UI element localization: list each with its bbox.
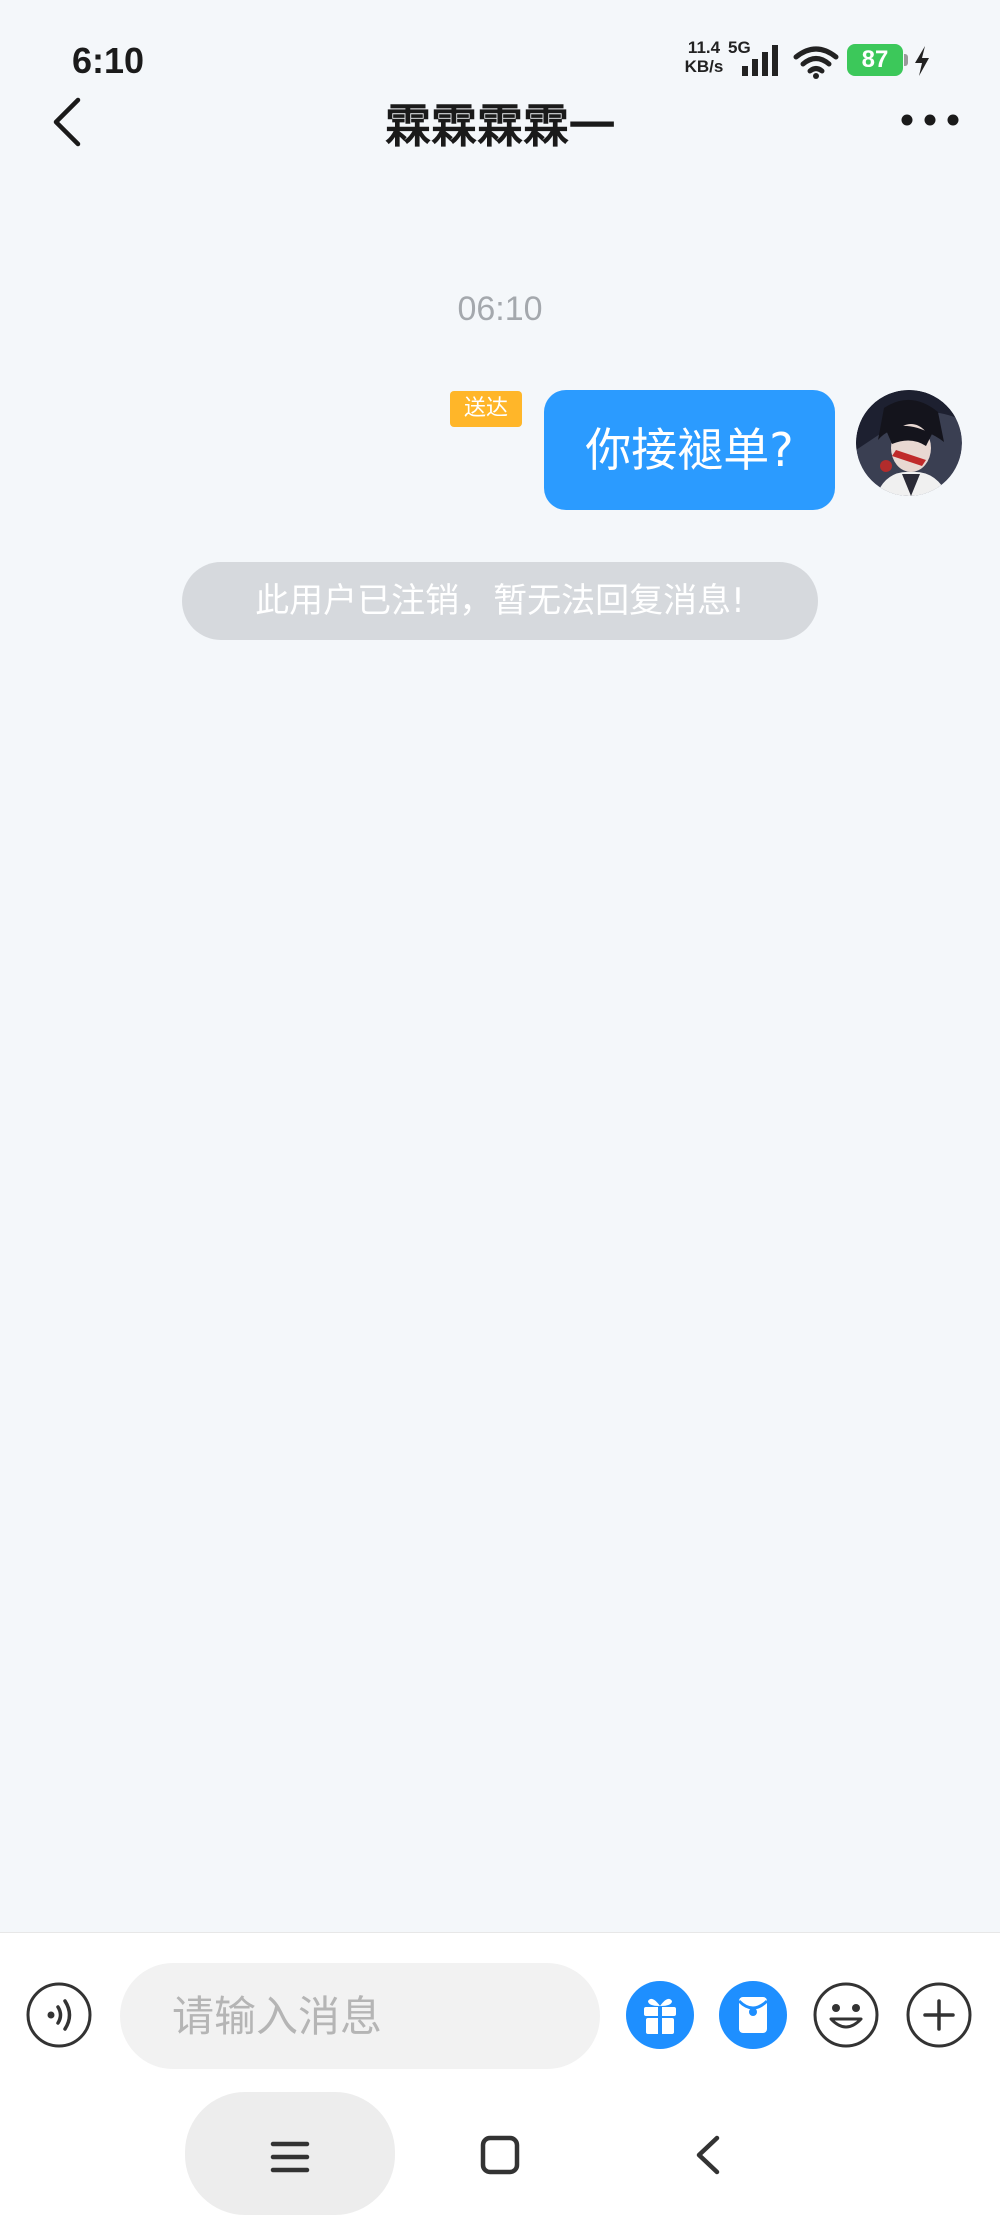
battery-icon: 87 [847, 44, 908, 76]
back-button[interactable] [40, 92, 100, 152]
menu-icon[interactable] [265, 2132, 315, 2182]
message-timestamp: 06:10 [457, 290, 543, 328]
status-time: 6:10 [72, 40, 145, 81]
delivered-badge: 送达 [450, 391, 522, 427]
plus-icon[interactable] [905, 1981, 973, 2049]
system-notice: 此用户已注销，暂无法回复消息! [182, 562, 818, 640]
battery-cap [904, 54, 908, 66]
voice-icon[interactable] [25, 1981, 93, 2049]
message-bubble-outgoing[interactable]: 你接褪单? [544, 390, 835, 510]
gift-icon[interactable] [626, 1981, 694, 2049]
emoji-icon[interactable] [812, 1981, 880, 2049]
message-input[interactable] [120, 1963, 600, 2069]
back-icon[interactable] [685, 2130, 735, 2180]
network-speed-unit: KB/s [684, 57, 724, 76]
charging-icon [915, 46, 929, 76]
home-square-icon[interactable] [475, 2130, 525, 2180]
title-bar: 霖霖霖霖一 [0, 80, 1000, 160]
network-speed-value: 11.4 [687, 38, 721, 57]
red-packet-icon[interactable] [719, 1981, 787, 2049]
avatar[interactable] [856, 390, 962, 496]
input-bar [0, 1932, 1000, 2092]
signal-icon [742, 45, 778, 76]
battery-level: 87 [847, 44, 903, 76]
system-nav-bar [0, 2092, 1000, 2215]
wifi-icon [793, 46, 839, 79]
page-title: 霖霖霖霖一 [385, 99, 615, 153]
network-speed: 11.4 KB/s [680, 38, 728, 76]
more-button[interactable] [895, 100, 965, 140]
